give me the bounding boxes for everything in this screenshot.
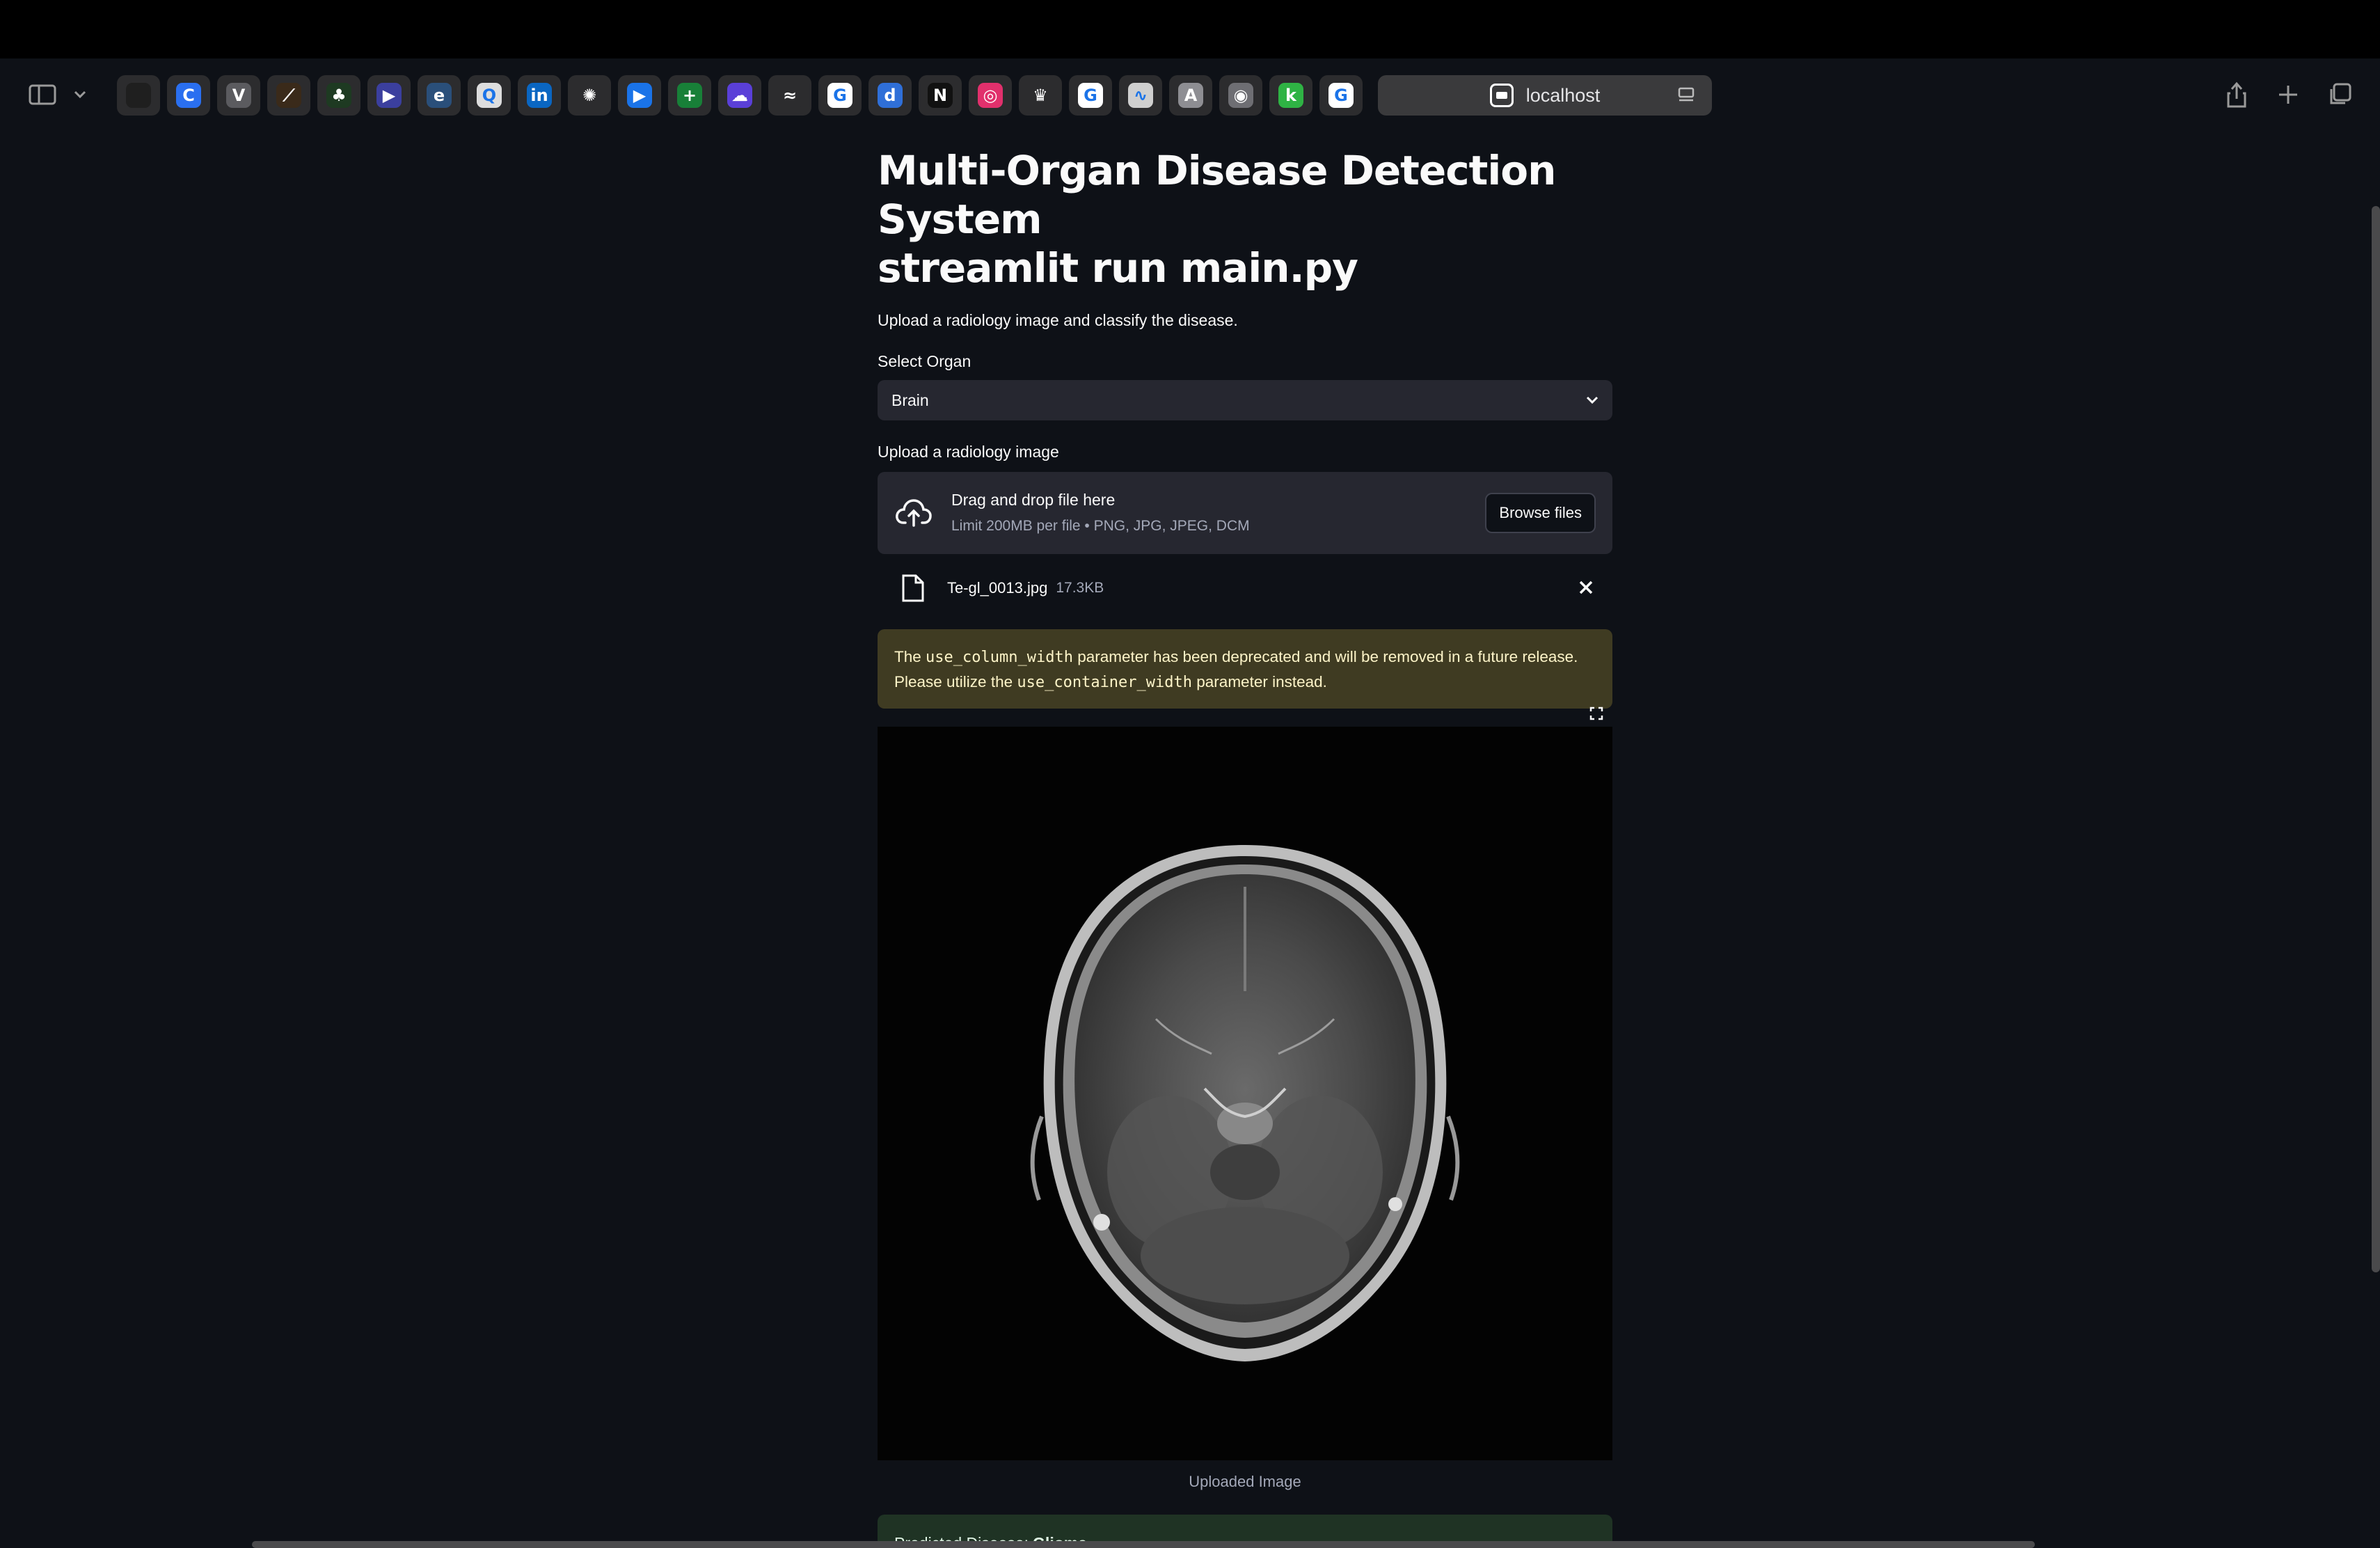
horizontal-scrollbar[interactable] bbox=[252, 1541, 2035, 1548]
image-caption: Uploaded Image bbox=[1189, 1473, 1301, 1490]
page-title-line2: streamlit run main.py bbox=[878, 244, 1358, 292]
browser-toolbar: C V ⟋ ♣ ▶ e Qin ✺ ▶ + ☁ ≈ Gd N ◎ ♛ G ∿ A ◉ k G localhost bbox=[0, 58, 2380, 131]
bookmark-chart-app-icon[interactable]: ∿ bbox=[1119, 75, 1162, 116]
k-app-icon: k bbox=[1278, 83, 1303, 108]
instagram-icon: ◎ bbox=[978, 83, 1003, 108]
github-icon bbox=[126, 83, 151, 108]
page-title: Multi-Organ Disease Detection System str… bbox=[878, 146, 1612, 292]
organ-select-value: Brain bbox=[891, 390, 929, 409]
remove-file-close-icon[interactable] bbox=[1576, 578, 1596, 597]
page-title-line1: Multi-Organ Disease Detection System bbox=[878, 147, 1556, 243]
bookmark-d-app-icon[interactable]: d bbox=[868, 75, 912, 116]
bookmark-v-app-icon[interactable]: V bbox=[217, 75, 260, 116]
pinwheel-icon: ✺ bbox=[577, 83, 602, 108]
bookmark-news-app-icon[interactable]: N bbox=[919, 75, 962, 116]
dropzone-title: Drag and drop file here bbox=[951, 491, 1116, 509]
v-app-icon: V bbox=[226, 83, 251, 108]
bookmark-linkedin-icon[interactable]: in bbox=[518, 75, 561, 116]
news-app-icon: N bbox=[928, 83, 953, 108]
site-favicon-icon bbox=[1489, 84, 1514, 107]
e-app-icon: e bbox=[427, 83, 452, 108]
sheets-icon: + bbox=[677, 83, 702, 108]
bookmark-google-icon[interactable]: G bbox=[1319, 75, 1363, 116]
crown-icon: ♛ bbox=[1028, 83, 1053, 108]
file-dropzone[interactable]: Drag and drop file here Limit 200MB per … bbox=[878, 472, 1612, 554]
upload-label: Upload a radiology image bbox=[878, 443, 1059, 461]
bookmark-search-glass-icon[interactable]: Q bbox=[468, 75, 511, 116]
address-bar[interactable]: localhost bbox=[1378, 75, 1712, 116]
bookmark-pinwheel-icon[interactable]: ✺ bbox=[568, 75, 611, 116]
red-swirl-icon: ≈ bbox=[777, 83, 802, 108]
warning-text-part: parameter instead. bbox=[1192, 673, 1327, 690]
cloud-app-icon: ☁ bbox=[727, 83, 752, 108]
google-icon: G bbox=[1328, 83, 1354, 108]
reader-mode-icon[interactable] bbox=[1677, 86, 1695, 104]
bookmark-k-app-icon[interactable]: k bbox=[1269, 75, 1312, 116]
bookmark-sheets-icon[interactable]: + bbox=[668, 75, 711, 116]
bookmark-github-icon[interactable] bbox=[117, 75, 160, 116]
bookmark-cloud-app-icon[interactable]: ☁ bbox=[718, 75, 761, 116]
bookmark-lock-app-icon[interactable]: ◉ bbox=[1219, 75, 1262, 116]
uploaded-file-row: Te-gl_0013.jpg 17.3KB bbox=[878, 554, 1612, 622]
bookmark-red-swirl-icon[interactable]: ≈ bbox=[768, 75, 811, 116]
bookmark-a-app-icon[interactable]: A bbox=[1169, 75, 1212, 116]
chart-app-icon: ∿ bbox=[1128, 83, 1153, 108]
organ-select[interactable]: Brain bbox=[878, 380, 1612, 420]
leaf-icon: ♣ bbox=[326, 83, 351, 108]
uploaded-mri-image bbox=[878, 727, 1612, 1460]
google-icon: G bbox=[1078, 83, 1103, 108]
play-hex-icon: ▶ bbox=[376, 83, 402, 108]
address-text: localhost bbox=[1525, 84, 1601, 106]
linkedin-icon: in bbox=[527, 83, 552, 108]
deprecation-warning: The use_column_width parameter has been … bbox=[878, 629, 1612, 709]
bookmark-e-app-icon[interactable]: e bbox=[418, 75, 461, 116]
bookmark-crown-icon[interactable]: ♛ bbox=[1019, 75, 1062, 116]
edge-copilot-icon: C bbox=[176, 83, 201, 108]
bookmark-edge-copilot-icon[interactable]: C bbox=[167, 75, 210, 116]
fullscreen-icon[interactable] bbox=[1589, 706, 1604, 721]
file-name: Te-gl_0013.jpg bbox=[947, 579, 1048, 597]
share-icon[interactable] bbox=[2221, 74, 2252, 116]
warning-text-part: The bbox=[894, 648, 926, 665]
file-size: 17.3KB bbox=[1056, 580, 1104, 596]
sidebar-toggle-icon[interactable] bbox=[25, 74, 60, 116]
bookmark-slash-app-icon[interactable]: ⟋ bbox=[267, 75, 310, 116]
warning-code-container-width: use_container_width bbox=[1017, 674, 1193, 691]
d-app-icon: d bbox=[878, 83, 903, 108]
a-app-icon: A bbox=[1178, 83, 1203, 108]
video-icon: ▶ bbox=[627, 83, 652, 108]
slash-app-icon: ⟋ bbox=[276, 83, 301, 108]
bookmark-instagram-icon[interactable]: ◎ bbox=[969, 75, 1012, 116]
tab-overview-icon[interactable] bbox=[2324, 74, 2355, 116]
bookmark-play-hex-icon[interactable]: ▶ bbox=[367, 75, 411, 116]
new-tab-icon[interactable] bbox=[2273, 74, 2303, 116]
cloud-upload-icon bbox=[896, 499, 932, 527]
warning-code-column-width: use_column_width bbox=[926, 649, 1073, 666]
main-content: Multi-Organ Disease Detection System str… bbox=[878, 131, 1612, 1548]
organ-select-label: Select Organ bbox=[878, 352, 971, 370]
browse-files-button[interactable]: Browse files bbox=[1485, 493, 1596, 533]
bookmark-leaf-icon[interactable]: ♣ bbox=[317, 75, 360, 116]
vertical-scrollbar[interactable] bbox=[2372, 206, 2380, 1272]
chevron-down-icon[interactable] bbox=[70, 74, 90, 116]
bookmark-video-icon[interactable]: ▶ bbox=[618, 75, 661, 116]
bookmark-google-icon[interactable]: G bbox=[1069, 75, 1112, 116]
system-menu-bar bbox=[0, 0, 2380, 58]
google-icon: G bbox=[827, 83, 852, 108]
bookmark-google-icon[interactable]: G bbox=[818, 75, 862, 116]
dropzone-hint: Limit 200MB per file • PNG, JPG, JPEG, D… bbox=[951, 518, 1250, 534]
search-glass-icon: Q bbox=[477, 83, 502, 108]
file-document-icon bbox=[902, 574, 924, 602]
chevron-down-icon bbox=[1586, 396, 1598, 404]
page-subtitle: Upload a radiology image and classify th… bbox=[878, 311, 1238, 329]
lock-app-icon: ◉ bbox=[1228, 83, 1253, 108]
